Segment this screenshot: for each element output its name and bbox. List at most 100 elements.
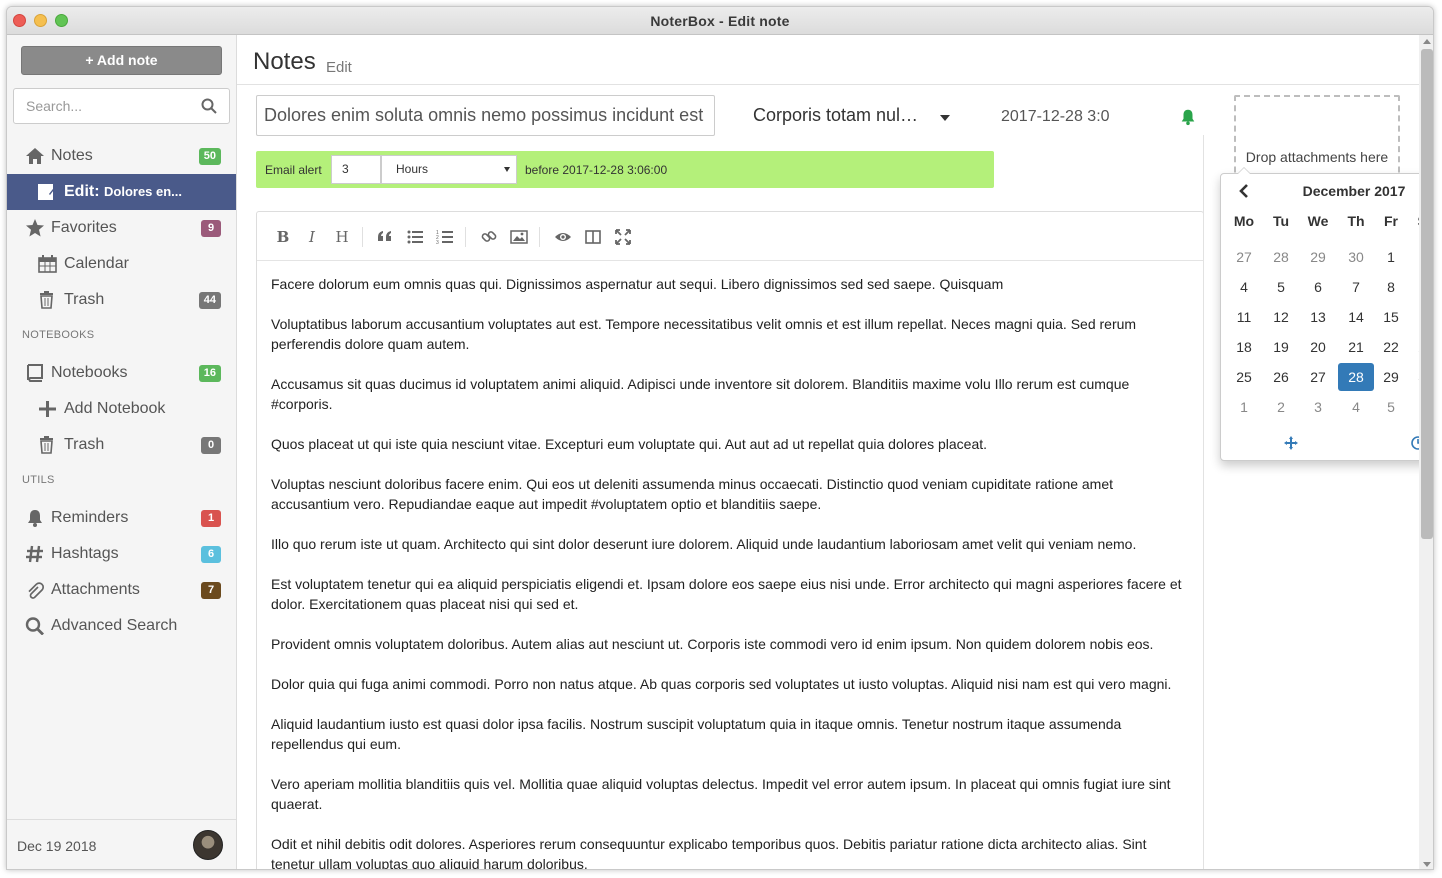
calendar-day[interactable]: 1	[1226, 393, 1262, 421]
calendar-day[interactable]: 7	[1338, 273, 1374, 301]
link-icon[interactable]	[480, 228, 498, 246]
calendar-day[interactable]: 18	[1226, 333, 1262, 361]
paragraph: Voluptas nesciunt doloribus facere enim.…	[271, 476, 1114, 512]
calendar-day[interactable]: 20	[1300, 333, 1336, 361]
paragraph: Vero aperiam mollitia blanditiis quis ve…	[271, 776, 1171, 812]
calendar-day[interactable]: 29	[1373, 363, 1409, 391]
calendar-day[interactable]: 27	[1300, 363, 1336, 391]
scroll-thumb[interactable]	[1421, 49, 1433, 539]
title-bar: NoterBox - Edit note	[7, 7, 1433, 35]
calendar-day[interactable]: 28	[1263, 243, 1299, 271]
sidebar-item-notebooks[interactable]: Notebooks 16	[7, 355, 236, 391]
calendar-day[interactable]: 21	[1338, 333, 1374, 361]
sidebar-item-label: Notes	[51, 147, 93, 164]
sidebar-item-trash[interactable]: Trash 44	[7, 282, 236, 318]
add-note-button[interactable]: + Add note	[21, 46, 222, 75]
calendar-day[interactable]: 2	[1263, 393, 1299, 421]
calendar-day[interactable]: 28	[1338, 363, 1374, 391]
chevron-down-icon[interactable]	[940, 115, 950, 121]
notebooks-count-badge: 16	[198, 365, 221, 382]
calendar-day[interactable]: 30	[1338, 243, 1374, 271]
calendar-day[interactable]: 26	[1263, 363, 1299, 391]
sidebar-item-advanced-search[interactable]: Advanced Search	[7, 608, 236, 644]
svg-text:3: 3	[436, 240, 439, 246]
sidebar-item-reminders[interactable]: Reminders 1	[7, 500, 236, 536]
calendar-day[interactable]: 12	[1263, 303, 1299, 331]
calendar-day[interactable]: 4	[1338, 393, 1374, 421]
weekday-header: We	[1307, 213, 1329, 229]
sidebar-item-hashtags[interactable]: Hashtags 6	[7, 536, 236, 572]
calendar-day[interactable]: 15	[1373, 303, 1409, 331]
note-content[interactable]: Facere dolorum eum omnis quas qui. Digni…	[271, 274, 1191, 869]
search-icon[interactable]	[201, 98, 217, 114]
picker-month[interactable]: December 2017	[1221, 183, 1433, 199]
calendar-day[interactable]: 3	[1300, 393, 1336, 421]
calendar-day[interactable]: 27	[1226, 243, 1262, 271]
sidebar-item-notebook-trash[interactable]: Trash 0	[7, 427, 236, 463]
plus-icon	[39, 401, 56, 417]
app-window: NoterBox - Edit note + Add note Notes 50…	[6, 6, 1434, 870]
calendar-day[interactable]: 1	[1373, 243, 1409, 271]
sidebar-item-label: Calendar	[64, 255, 129, 272]
email-alert-bar: Email alert 3 Hours before 2017-12-28 3:…	[256, 151, 994, 188]
bell-icon[interactable]	[1179, 108, 1197, 126]
italic-icon[interactable]: I	[303, 228, 321, 246]
home-icon	[26, 148, 44, 164]
sidebar-item-label: Add Notebook	[64, 400, 166, 417]
avatar[interactable]	[193, 830, 223, 860]
sidebar-item-notes[interactable]: Notes 50	[7, 138, 236, 174]
alert-amount-input[interactable]: 3	[331, 155, 381, 184]
calendar-day[interactable]: 4	[1226, 273, 1262, 301]
calendar-day[interactable]: 13	[1300, 303, 1336, 331]
trash-count-badge: 44	[198, 292, 221, 309]
paragraph: Dolor quia qui fuga animi commodi. Porro…	[271, 676, 1172, 692]
sidebar-item-calendar[interactable]: Calendar	[7, 246, 236, 282]
heading-icon[interactable]: H	[333, 228, 351, 246]
calendar-day[interactable]: 6	[1300, 273, 1336, 301]
paragraph: Aliquid laudantium iusto est quasi dolor…	[271, 716, 1122, 752]
preview-eye-icon[interactable]	[554, 228, 572, 246]
numbered-list-icon[interactable]: 123	[436, 228, 454, 246]
calendar-day[interactable]: 22	[1373, 333, 1409, 361]
note-title-input[interactable]	[256, 95, 715, 136]
calendar-day[interactable]: 14	[1338, 303, 1374, 331]
sidebar-item-attachments[interactable]: Attachments 7	[7, 572, 236, 608]
quote-icon[interactable]	[376, 228, 394, 246]
calendar-day[interactable]: 25	[1226, 363, 1262, 391]
calendar-day[interactable]: 11	[1226, 303, 1262, 331]
calendar-day[interactable]: 8	[1373, 273, 1409, 301]
sidebar-item-edit[interactable]: Edit: Dolores en...	[7, 174, 236, 210]
notes-count-badge: 50	[198, 148, 221, 165]
sidebar-item-label: Reminders	[51, 509, 129, 526]
bold-icon[interactable]: B	[274, 228, 292, 246]
sidebar-item-label: Favorites	[51, 219, 117, 236]
scroll-up-arrow[interactable]	[1423, 39, 1431, 44]
sidebar-item-label: Notebooks	[51, 364, 128, 381]
bullet-list-icon[interactable]	[406, 228, 424, 246]
vertical-scrollbar[interactable]	[1419, 35, 1433, 869]
sidebar-item-add-notebook[interactable]: Add Notebook	[7, 391, 236, 427]
attachments-count-badge: 7	[201, 582, 221, 599]
search-box	[13, 88, 230, 124]
scroll-down-arrow[interactable]	[1423, 862, 1431, 867]
calendar-day[interactable]: 5	[1373, 393, 1409, 421]
picker-arrow-inner	[1238, 168, 1250, 174]
sidebar-item-label: Edit:	[64, 183, 100, 200]
fullscreen-icon[interactable]	[614, 228, 632, 246]
notebook-select[interactable]: Corporis totam nul…	[753, 105, 918, 126]
notebooks-heading: NOTEBOOKS	[22, 329, 95, 341]
calendar-day[interactable]: 29	[1300, 243, 1336, 271]
image-icon[interactable]	[510, 228, 528, 246]
move-icon[interactable]	[1283, 435, 1299, 451]
sidebar-item-favorites[interactable]: Favorites 9	[7, 210, 236, 246]
calendar-day[interactable]: 19	[1263, 333, 1299, 361]
weekday-header: Th	[1347, 213, 1365, 229]
reminder-date-input[interactable]: 2017-12-28 3:0	[1001, 108, 1110, 126]
calendar-day[interactable]: 5	[1263, 273, 1299, 301]
alert-unit-select[interactable]: Hours	[381, 155, 517, 184]
side-by-side-icon[interactable]	[584, 228, 602, 246]
alert-unit-value: Hours	[396, 162, 429, 176]
window-title: NoterBox - Edit note	[650, 13, 790, 29]
bell-icon	[28, 510, 42, 527]
search-input[interactable]	[14, 89, 194, 123]
